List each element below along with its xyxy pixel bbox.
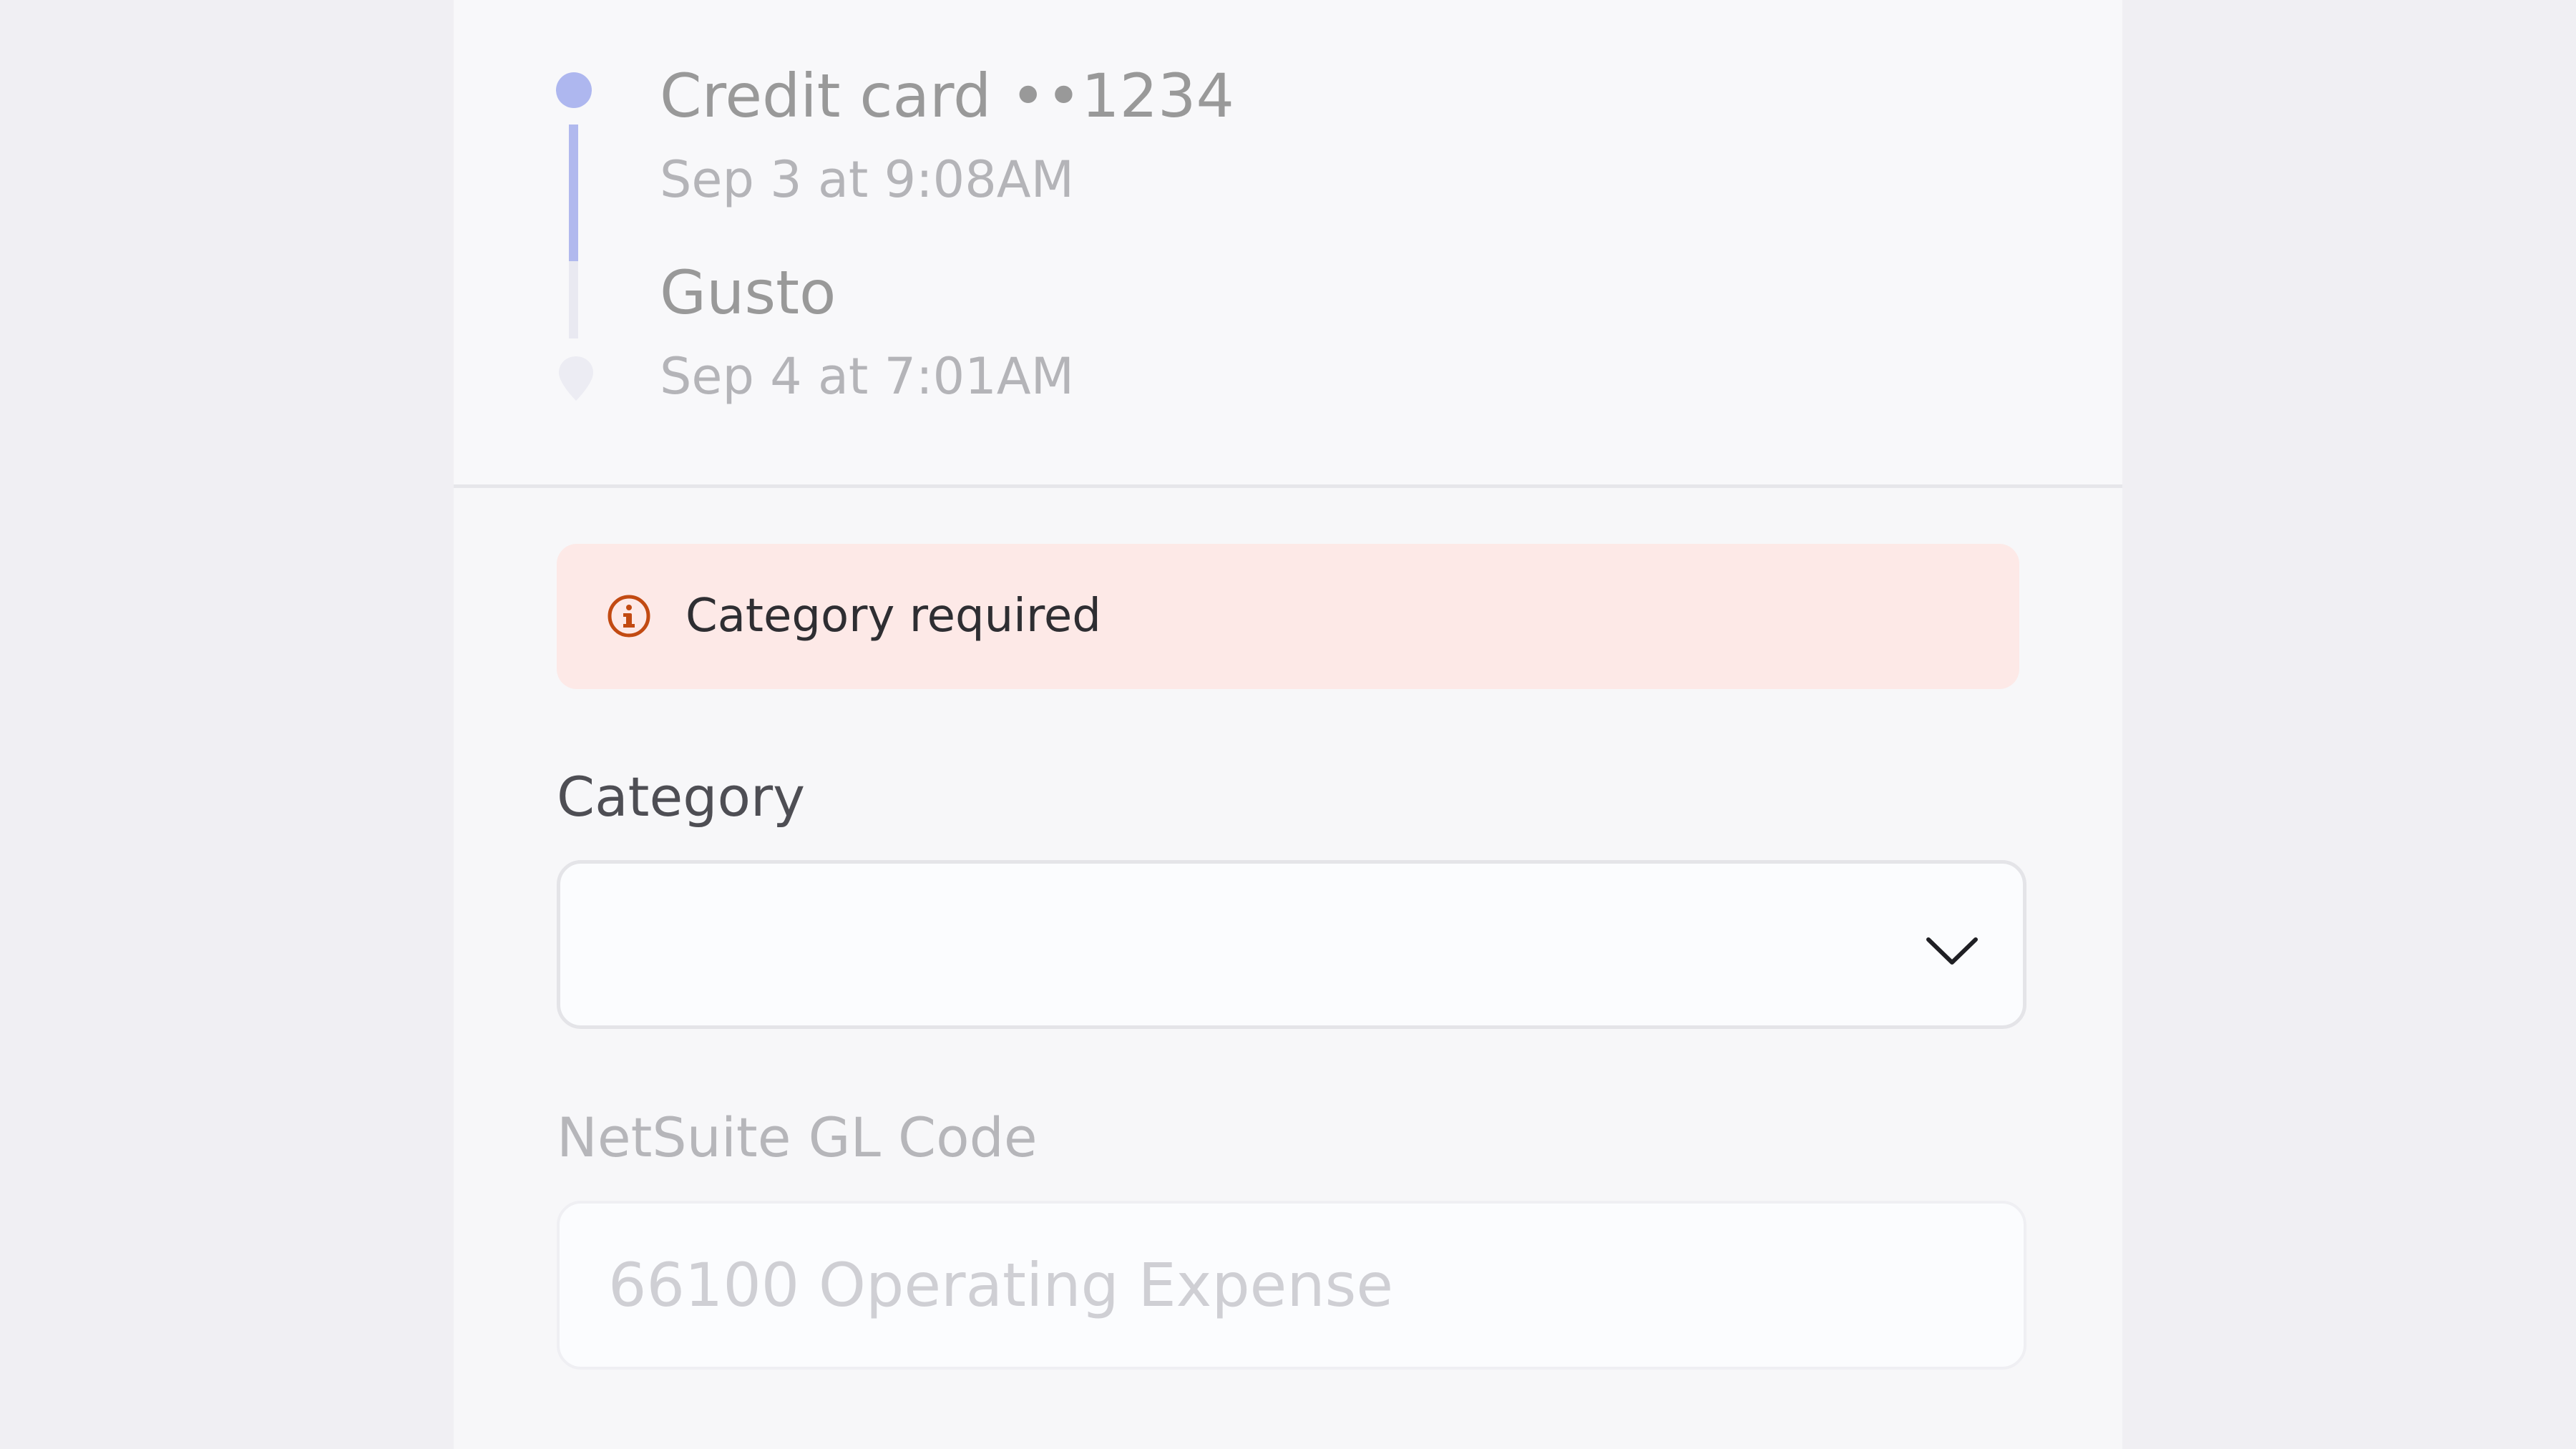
chevron-down-icon xyxy=(1926,937,1978,965)
destination-pin-icon xyxy=(559,356,593,401)
destination-title: Gusto xyxy=(660,258,836,328)
destination-time: Sep 4 at 7:01AM xyxy=(660,347,1075,406)
category-label: Category xyxy=(557,765,806,829)
category-required-alert: Category required xyxy=(557,544,2019,689)
alert-message: Category required xyxy=(686,590,1101,643)
transaction-detail-panel: Credit card ••1234 Sep 3 at 9:08AM Gusto… xyxy=(454,0,2122,1449)
gl-code-input[interactable] xyxy=(557,1201,2026,1370)
timeline-progress-line xyxy=(569,125,578,261)
origin-title: Credit card ••1234 xyxy=(660,61,1234,131)
origin-time: Sep 3 at 9:08AM xyxy=(660,150,1075,209)
gl-code-label: NetSuite GL Code xyxy=(557,1106,1038,1169)
timeline-remaining-line xyxy=(569,261,578,338)
info-icon xyxy=(608,595,650,638)
category-select[interactable] xyxy=(557,860,2026,1029)
payment-timeline: Credit card ••1234 Sep 3 at 9:08AM Gusto… xyxy=(454,0,2122,488)
origin-dot-icon xyxy=(556,72,592,108)
